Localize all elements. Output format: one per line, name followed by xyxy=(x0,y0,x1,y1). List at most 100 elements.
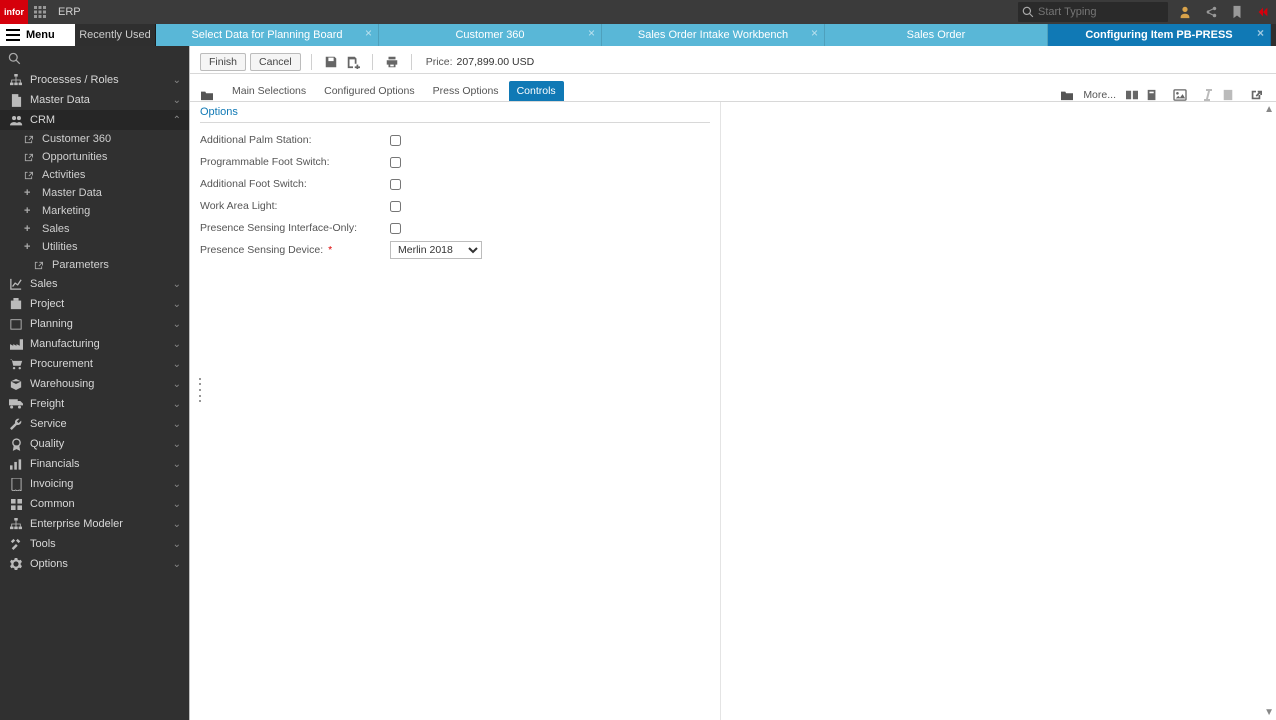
chevron-down-icon: ⌄ xyxy=(173,419,181,430)
folder-next-icon[interactable] xyxy=(1057,89,1077,101)
field-checkbox[interactable] xyxy=(390,223,401,234)
chevron-down-icon: ⌄ xyxy=(173,319,181,330)
book-open-icon[interactable] xyxy=(1122,89,1142,101)
field-checkbox[interactable] xyxy=(390,135,401,146)
nav-manufacturing[interactable]: Manufacturing⌄ xyxy=(0,334,189,354)
nav-tools[interactable]: Tools⌄ xyxy=(0,534,189,554)
chevron-down-icon: ⌄ xyxy=(173,299,181,310)
nav-sub-sales[interactable]: +Sales xyxy=(0,220,189,238)
scroll-down-icon[interactable]: ▼ xyxy=(1264,707,1274,718)
form-row-0: Additional Palm Station: xyxy=(200,129,710,151)
tab-sales-order-intake[interactable]: Sales Order Intake Workbench × xyxy=(602,24,825,46)
form-row-5: Presence Sensing Device: *Merlin 2018 xyxy=(200,239,710,261)
subtab-main-selections[interactable]: Main Selections xyxy=(224,81,314,101)
field-label: Additional Palm Station: xyxy=(200,134,390,146)
global-search-input[interactable] xyxy=(1038,6,1148,18)
brand-logo[interactable]: infor xyxy=(0,0,28,24)
subtab-configured-options[interactable]: Configured Options xyxy=(316,81,422,101)
form-row-3: Work Area Light: xyxy=(200,195,710,217)
workspace-tabs: Menu Recently Used Select Data for Plann… xyxy=(0,24,1276,46)
image-icon[interactable] xyxy=(1170,89,1190,101)
chevron-down-icon: ⌄ xyxy=(173,519,181,530)
nav-sub-parameters[interactable]: Parameters xyxy=(0,256,189,274)
nav-sub-activities[interactable]: Activities xyxy=(0,166,189,184)
global-search[interactable] xyxy=(1018,2,1168,22)
nav-options[interactable]: Options⌄ xyxy=(0,554,189,574)
nav-sub-master-data[interactable]: +Master Data xyxy=(0,184,189,202)
menu-button[interactable]: Menu xyxy=(0,24,75,46)
nav-project[interactable]: Project⌄ xyxy=(0,294,189,314)
sidebar-search-icon[interactable] xyxy=(0,46,189,70)
hamburger-icon xyxy=(6,29,20,41)
more-link[interactable]: More... xyxy=(1083,89,1116,101)
nav-sub-opportunities[interactable]: Opportunities xyxy=(0,148,189,166)
nav-enterprise-modeler[interactable]: Enterprise Modeler⌄ xyxy=(0,514,189,534)
close-icon[interactable]: × xyxy=(1257,27,1264,39)
share-icon[interactable] xyxy=(1198,0,1224,24)
subtab-press-options[interactable]: Press Options xyxy=(425,81,507,101)
save-new-icon[interactable] xyxy=(344,53,362,71)
field-checkbox[interactable] xyxy=(390,179,401,190)
section-tabs: Main Selections Configured Options Press… xyxy=(190,76,1276,102)
subtab-controls[interactable]: Controls xyxy=(509,81,564,101)
folder-prev-icon[interactable] xyxy=(200,89,214,101)
section-title: Options xyxy=(200,102,710,123)
nav-invoicing[interactable]: Invoicing⌄ xyxy=(0,474,189,494)
nav-sub-customer-[interactable]: Customer 360 xyxy=(0,130,189,148)
app-launcher-icon[interactable] xyxy=(28,0,52,24)
nav-freight[interactable]: Freight⌄ xyxy=(0,394,189,414)
nav-sub-utilities[interactable]: +Utilities xyxy=(0,238,189,256)
finish-button[interactable]: Finish xyxy=(200,53,246,71)
factory-icon xyxy=(8,339,24,350)
save-icon[interactable] xyxy=(322,53,340,71)
sitemap-icon xyxy=(8,74,24,86)
nav-master-data[interactable]: Master Data⌄ xyxy=(0,90,189,110)
nav-procurement[interactable]: Procurement⌄ xyxy=(0,354,189,374)
nav-financials[interactable]: Financials⌄ xyxy=(0,454,189,474)
gear-icon xyxy=(8,558,24,570)
sidebar-drag-handle[interactable] xyxy=(196,376,204,404)
close-icon[interactable]: × xyxy=(365,27,372,39)
nav-service[interactable]: Service⌄ xyxy=(0,414,189,434)
nav-sidebar: Processes / Roles⌄Master Data⌄CRM⌃Custom… xyxy=(0,46,189,720)
field-checkbox[interactable] xyxy=(390,201,401,212)
book-icon[interactable] xyxy=(1142,89,1162,101)
field-checkbox[interactable] xyxy=(390,157,401,168)
collapse-panel-icon[interactable] xyxy=(1250,0,1276,24)
nav-warehousing[interactable]: Warehousing⌄ xyxy=(0,374,189,394)
form-row-4: Presence Sensing Interface-Only: xyxy=(200,217,710,239)
chevron-down-icon: ⌄ xyxy=(173,95,181,106)
nav-sub-marketing[interactable]: +Marketing xyxy=(0,202,189,220)
chevron-down-icon: ⌄ xyxy=(173,559,181,570)
field-select[interactable]: Merlin 2018 xyxy=(390,241,482,259)
price-value: 207,899.00 USD xyxy=(457,56,535,68)
content-pane: Finish Cancel Price: 207,899.00 USD Main… xyxy=(189,46,1276,720)
tab-customer-360[interactable]: Customer 360 × xyxy=(379,24,602,46)
field-label: Presence Sensing Interface-Only: xyxy=(200,222,390,234)
italic-icon xyxy=(1198,89,1218,101)
nav-planning[interactable]: Planning⌄ xyxy=(0,314,189,334)
invoice-icon xyxy=(8,478,24,491)
chevron-up-icon: ⌃ xyxy=(173,115,181,126)
print-icon[interactable] xyxy=(383,53,401,71)
close-icon[interactable]: × xyxy=(588,27,595,39)
scroll-up-icon[interactable]: ▲ xyxy=(1264,104,1274,115)
form-row-1: Programmable Foot Switch: xyxy=(200,151,710,173)
close-icon[interactable]: × xyxy=(811,27,818,39)
preview-panel: ▲ ▼ xyxy=(720,102,1276,720)
bookmark-icon[interactable] xyxy=(1224,0,1250,24)
nav-common[interactable]: Common⌄ xyxy=(0,494,189,514)
cancel-button[interactable]: Cancel xyxy=(250,53,301,71)
nav-processes-roles[interactable]: Processes / Roles⌄ xyxy=(0,70,189,90)
nav-sales[interactable]: Sales⌄ xyxy=(0,274,189,294)
user-icon[interactable] xyxy=(1172,0,1198,24)
tab-planning-board[interactable]: Select Data for Planning Board × xyxy=(156,24,379,46)
nav-quality[interactable]: Quality⌄ xyxy=(0,434,189,454)
tab-sales-order[interactable]: Sales Order xyxy=(825,24,1048,46)
search-icon xyxy=(1022,6,1034,18)
nav-crm[interactable]: CRM⌃ xyxy=(0,110,189,130)
external-link-icon[interactable] xyxy=(1246,89,1266,101)
chevron-down-icon: ⌄ xyxy=(173,359,181,370)
recently-used-button[interactable]: Recently Used xyxy=(75,24,156,46)
tab-configuring-item[interactable]: Configuring Item PB-PRESS × xyxy=(1048,24,1271,46)
